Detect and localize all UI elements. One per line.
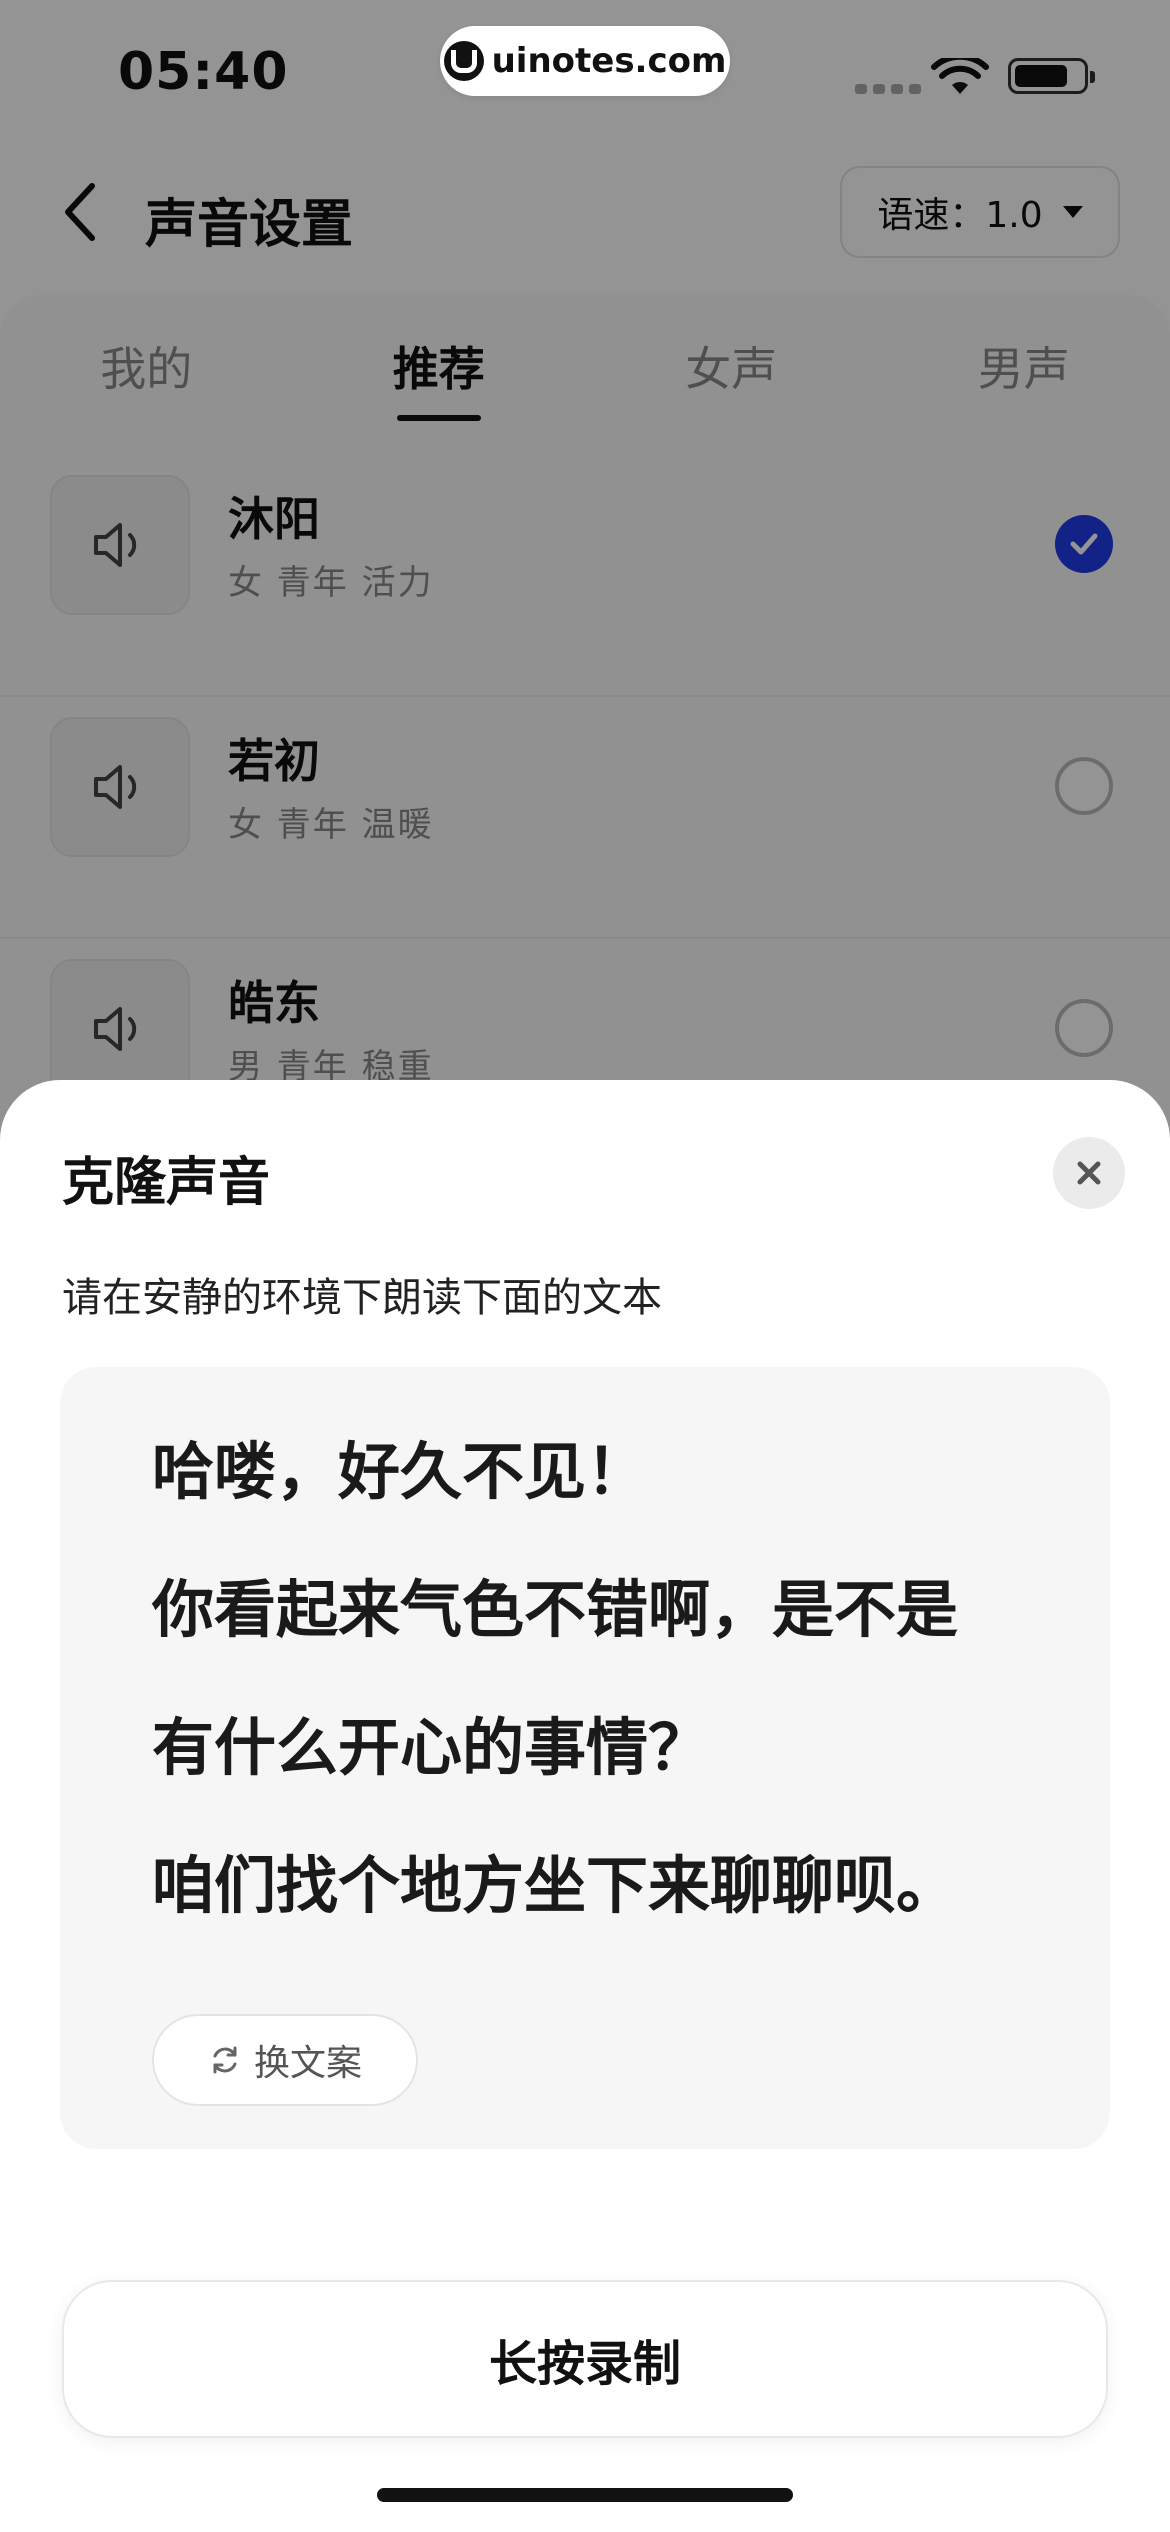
reading-script: 哈喽，好久不见！ 你看起来气色不错啊，是不是 有什么开心的事情？ 咱们找个地方坐… — [152, 1437, 958, 1989]
watermark-text: uinotes.com — [491, 41, 727, 81]
clone-voice-sheet: 克隆声音 请在安静的环境下朗读下面的文本 哈喽，好久不见！ 你看起来气色不错啊，… — [0, 1080, 1170, 2532]
close-button[interactable] — [1053, 1137, 1125, 1209]
reading-script-card: 哈喽，好久不见！ 你看起来气色不错啊，是不是 有什么开心的事情？ 咱们找个地方坐… — [60, 1367, 1110, 2149]
change-text-button[interactable]: 换文案 — [152, 2014, 418, 2106]
script-line: 你看起来气色不错啊，是不是 — [152, 1573, 959, 1646]
hold-to-record-button[interactable]: 长按录制 — [62, 2280, 1108, 2438]
change-text-label: 换文案 — [253, 2043, 362, 2084]
script-line: 有什么开心的事情？ — [152, 1711, 711, 1784]
watermark-badge: uinotes.com — [440, 26, 730, 96]
refresh-icon — [213, 2046, 237, 2074]
script-line: 咱们找个地方坐下来聊聊呗。 — [152, 1849, 959, 1922]
uinotes-logo-icon — [443, 41, 484, 81]
home-indicator — [377, 2488, 793, 2502]
sheet-title: 克隆声音 — [62, 1153, 271, 1213]
close-icon — [1077, 1161, 1101, 1185]
sheet-instructions: 请在安静的环境下朗读下面的文本 — [62, 1275, 662, 1321]
script-line: 哈喽，好久不见！ — [152, 1435, 649, 1508]
